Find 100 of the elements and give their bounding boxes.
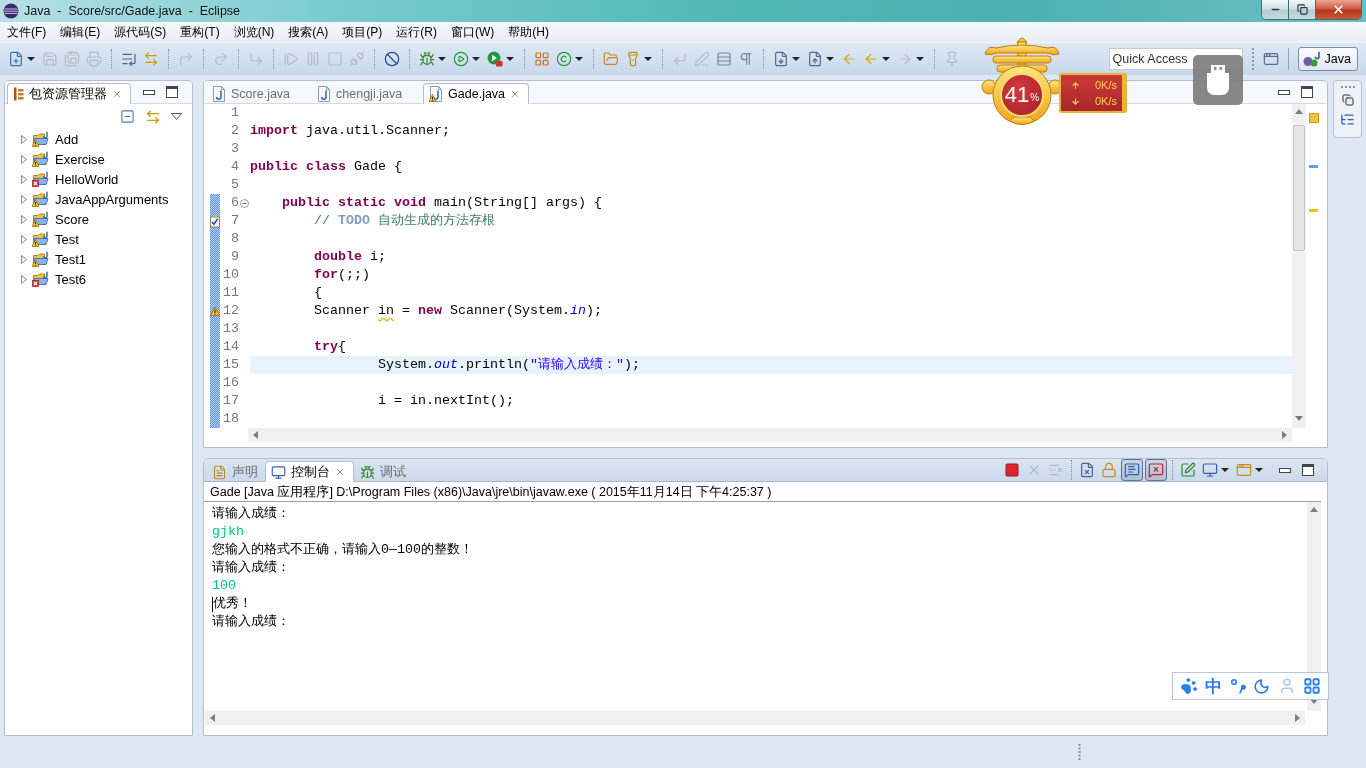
- scrollbar-thumb[interactable]: [1293, 125, 1305, 251]
- file-down-icon[interactable]: [773, 51, 789, 67]
- swap-arrows-icon[interactable]: [143, 51, 159, 67]
- menu-item[interactable]: 编辑(E): [53, 22, 108, 42]
- tree-item-label[interactable]: Add: [55, 131, 79, 147]
- rows-icon[interactable]: [716, 51, 732, 67]
- minimize-icon[interactable]: [143, 89, 155, 95]
- drag-handle-icon[interactable]: [1078, 744, 1081, 760]
- caret-icon[interactable]: [644, 57, 652, 61]
- collapse-icon[interactable]: [240, 198, 249, 208]
- collapse-all-icon[interactable]: [120, 109, 135, 124]
- view-tab[interactable]: 声明: [206, 461, 265, 482]
- scroll-down-icon[interactable]: [1295, 416, 1303, 421]
- menu-item[interactable]: 窗口(W): [444, 22, 502, 42]
- menu-item[interactable]: 项目(P): [335, 22, 390, 42]
- caret-icon[interactable]: [575, 57, 583, 61]
- perspective-button[interactable]: Java: [1297, 47, 1358, 71]
- scroll-up-icon[interactable]: [1310, 507, 1318, 512]
- file-cross-icon[interactable]: [1079, 462, 1095, 478]
- maximize-icon[interactable]: [1302, 464, 1314, 476]
- view-tab[interactable]: 控制台: [265, 461, 354, 482]
- grid-icon[interactable]: [1303, 677, 1322, 695]
- lock-icon[interactable]: [1101, 462, 1117, 478]
- expand-arrow-icon[interactable]: [21, 214, 27, 224]
- file-up-icon[interactable]: [807, 51, 823, 67]
- swap-arrows-icon[interactable]: [145, 108, 161, 125]
- scroll-right-icon[interactable]: [1295, 714, 1300, 722]
- menu-item[interactable]: 重构(T): [173, 22, 227, 42]
- editor-tab[interactable]: Score.java: [206, 83, 312, 104]
- caret-icon[interactable]: [506, 57, 514, 61]
- vertical-scrollbar[interactable]: [1292, 104, 1306, 428]
- tree-item-label[interactable]: HelloWorld: [55, 171, 119, 187]
- menu-item[interactable]: 帮助(H): [501, 22, 556, 42]
- view-tab[interactable]: 包资源管理器: [7, 83, 131, 104]
- list-arrow-icon[interactable]: [121, 51, 137, 67]
- expand-arrow-icon[interactable]: [21, 154, 27, 164]
- minimize-icon[interactable]: [1278, 89, 1290, 95]
- monitor-icon[interactable]: [1202, 462, 1218, 478]
- expand-arrow-icon[interactable]: [21, 274, 27, 284]
- expand-arrow-icon[interactable]: [21, 234, 27, 244]
- maximize-icon[interactable]: [1301, 86, 1313, 98]
- expand-arrow-icon[interactable]: [21, 254, 27, 264]
- restore-icon[interactable]: [1341, 94, 1354, 106]
- tree-item-label[interactable]: Score: [55, 211, 89, 227]
- menu-item[interactable]: 文件(F): [0, 22, 54, 42]
- paw-icon[interactable]: [1179, 677, 1198, 695]
- caret-icon[interactable]: [472, 57, 480, 61]
- expand-arrow-icon[interactable]: [21, 174, 27, 184]
- expand-arrow-icon[interactable]: [21, 194, 27, 204]
- caret-icon[interactable]: [826, 57, 834, 61]
- menu-item[interactable]: 搜索(A): [281, 22, 336, 42]
- tree-item-label[interactable]: Test6: [55, 271, 87, 287]
- editor-tab[interactable]: Gade.java: [423, 83, 530, 104]
- slashed-circle-icon[interactable]: [384, 51, 400, 67]
- play-toolbox-icon[interactable]: [487, 51, 503, 67]
- pen-window-icon[interactable]: [1180, 462, 1196, 478]
- caret-icon[interactable]: [1255, 468, 1263, 472]
- close-icon[interactable]: [335, 467, 345, 477]
- tree-list-icon[interactable]: [1340, 112, 1355, 127]
- view-menu-icon[interactable]: [171, 113, 182, 120]
- caret-icon[interactable]: [882, 57, 890, 61]
- tree-item-label[interactable]: Exercise: [55, 151, 105, 167]
- caret-icon[interactable]: [438, 57, 446, 61]
- horizontal-scrollbar[interactable]: [205, 711, 1305, 725]
- stop-icon[interactable]: [1004, 462, 1020, 478]
- punctuation-icon[interactable]: [1229, 678, 1246, 694]
- menu-item[interactable]: 运行(R): [389, 22, 444, 42]
- scroll-right-icon[interactable]: [1282, 431, 1287, 439]
- view-tab[interactable]: 调试: [354, 461, 413, 482]
- menu-item[interactable]: 浏览(N): [226, 22, 282, 42]
- grid-icon[interactable]: [534, 51, 550, 67]
- input-mode-label[interactable]: 中: [1205, 677, 1223, 695]
- minimize-icon[interactable]: [1279, 467, 1291, 473]
- moon-icon[interactable]: [1253, 677, 1271, 695]
- expand-arrow-icon[interactable]: [21, 134, 27, 144]
- maximize-button[interactable]: [1288, 0, 1315, 19]
- caret-icon[interactable]: [792, 57, 800, 61]
- open-folder-icon[interactable]: [603, 51, 619, 67]
- line-number: 17: [222, 392, 239, 410]
- menu-item[interactable]: 源代码(S): [107, 22, 174, 42]
- maximize-icon[interactable]: [166, 86, 178, 98]
- caret-icon[interactable]: [1221, 468, 1229, 472]
- message-icon[interactable]: [1121, 459, 1143, 481]
- scroll-left-icon[interactable]: [210, 714, 215, 722]
- scroll-up-icon[interactable]: [1295, 109, 1303, 114]
- tree-item-label[interactable]: JavaAppArguments: [55, 191, 169, 207]
- close-button[interactable]: [1315, 0, 1361, 19]
- tree-item-label[interactable]: Test1: [55, 251, 87, 267]
- horizontal-scrollbar[interactable]: [248, 428, 1292, 442]
- message-cross-icon[interactable]: [1145, 459, 1167, 481]
- caret-icon[interactable]: [27, 57, 35, 61]
- window-icon[interactable]: [1262, 51, 1279, 67]
- pilcrow-icon[interactable]: [738, 51, 754, 67]
- tree-item-label[interactable]: Test: [55, 231, 79, 247]
- usb-notification-toast[interactable]: [1193, 55, 1243, 105]
- close-icon[interactable]: [112, 89, 122, 99]
- close-icon[interactable]: [510, 89, 521, 99]
- new-file-icon[interactable]: [8, 51, 24, 67]
- scroll-left-icon[interactable]: [253, 431, 258, 439]
- editor-tab[interactable]: chengji.java: [311, 83, 424, 104]
